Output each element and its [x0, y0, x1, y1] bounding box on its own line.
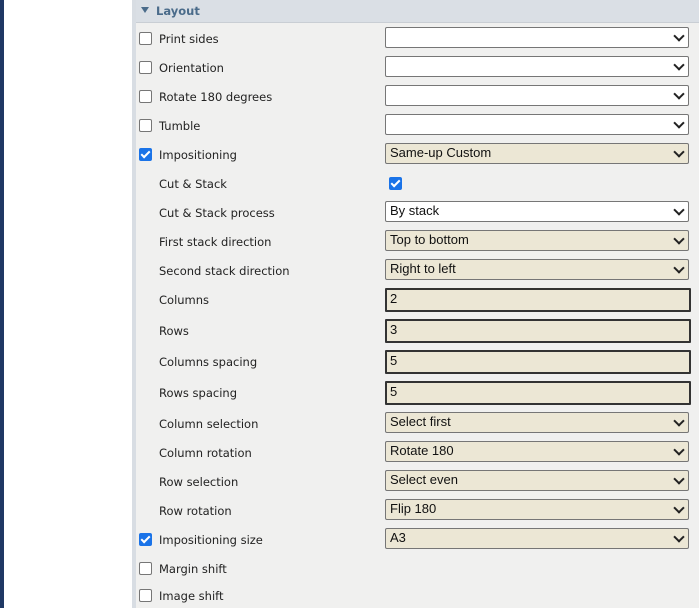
row-tumble: Tumble [136, 112, 699, 141]
row-column-selection: Column selection Select first [136, 410, 699, 439]
chevron-down-icon [673, 415, 685, 427]
first-stack-direction-select[interactable]: Top to bottom [385, 230, 689, 251]
second-stack-direction-label: Second stack direction [159, 264, 290, 278]
column-selection-value: Select first [390, 414, 451, 429]
chevron-down-icon [673, 233, 685, 245]
rotate-180-label: Rotate 180 degrees [159, 90, 273, 104]
row-impositioning-size: Impositioning size A3 [136, 526, 699, 555]
impositioning-size-label: Impositioning size [159, 533, 263, 547]
chevron-down-icon [673, 146, 685, 158]
row-row-rotation: Row rotation Flip 180 [136, 497, 699, 526]
rows-spacing-value: 5 [390, 384, 398, 399]
tumble-checkbox[interactable] [139, 119, 152, 132]
rows-spacing-input[interactable]: 5 [385, 381, 691, 405]
cut-stack-process-label: Cut & Stack process [159, 206, 275, 220]
rotate-180-select[interactable] [385, 85, 689, 106]
row-selection-label: Row selection [159, 475, 239, 489]
columns-input[interactable]: 2 [385, 288, 691, 312]
row-rotate-180: Rotate 180 degrees [136, 83, 699, 112]
column-selection-label: Column selection [159, 417, 259, 431]
row-rows-spacing: Rows spacing 5 [136, 379, 699, 410]
orientation-checkbox[interactable] [139, 61, 152, 74]
row-orientation: Orientation [136, 54, 699, 83]
cut-stack-checkbox[interactable] [389, 177, 402, 190]
row-impositioning: Impositioning Same-up Custom [136, 141, 699, 170]
impositioning-size-checkbox[interactable] [139, 533, 152, 546]
rows-value: 3 [390, 322, 398, 337]
first-stack-direction-label: First stack direction [159, 235, 272, 249]
columns-value: 2 [390, 291, 398, 306]
first-stack-direction-value: Top to bottom [390, 232, 469, 247]
collapse-triangle-icon[interactable] [141, 7, 149, 13]
columns-spacing-input[interactable]: 5 [385, 350, 691, 374]
cut-stack-process-select[interactable]: By stack [385, 201, 689, 222]
second-stack-direction-select[interactable]: Right to left [385, 259, 689, 280]
impositioning-label: Impositioning [159, 148, 237, 162]
cut-stack-process-value: By stack [390, 203, 440, 218]
settings-panel: Layout Print sides Orientation Rotate 18… [136, 0, 699, 608]
chevron-down-icon [673, 117, 685, 129]
row-row-selection: Row selection Select even [136, 468, 699, 497]
chevron-down-icon [673, 30, 685, 42]
row-rotation-value: Flip 180 [390, 501, 437, 516]
impositioning-size-select[interactable]: A3 [385, 528, 689, 549]
orientation-label: Orientation [159, 61, 224, 75]
chevron-down-icon [673, 473, 685, 485]
chevron-down-icon [673, 88, 685, 100]
impositioning-checkbox[interactable] [139, 148, 152, 161]
column-rotation-select[interactable]: Rotate 180 [385, 441, 689, 462]
cut-stack-label: Cut & Stack [159, 177, 227, 191]
tumble-select[interactable] [385, 114, 689, 135]
impositioning-select[interactable]: Same-up Custom [385, 143, 689, 164]
print-sides-label: Print sides [159, 32, 219, 46]
column-selection-select[interactable]: Select first [385, 412, 689, 433]
impositioning-value: Same-up Custom [390, 145, 492, 160]
chevron-down-icon [673, 262, 685, 274]
orientation-select[interactable] [385, 56, 689, 77]
rotate-180-checkbox[interactable] [139, 90, 152, 103]
rows-label: Rows [159, 324, 189, 338]
row-image-shift: Image shift [136, 582, 699, 608]
rows-input[interactable]: 3 [385, 319, 691, 343]
row-column-rotation: Column rotation Rotate 180 [136, 439, 699, 468]
columns-label: Columns [159, 293, 210, 307]
row-first-stack-direction: First stack direction Top to bottom [136, 228, 699, 257]
chevron-down-icon [673, 59, 685, 71]
section-title: Layout [156, 4, 200, 18]
margin-shift-label: Margin shift [159, 562, 227, 576]
print-sides-checkbox[interactable] [139, 32, 152, 45]
second-stack-direction-value: Right to left [390, 261, 456, 276]
left-panel [4, 0, 132, 608]
image-shift-checkbox[interactable] [139, 589, 152, 602]
column-rotation-label: Column rotation [159, 446, 252, 460]
columns-spacing-label: Columns spacing [159, 355, 258, 369]
image-shift-label: Image shift [159, 589, 224, 603]
row-selection-select[interactable]: Select even [385, 470, 689, 491]
row-margin-shift: Margin shift [136, 555, 699, 584]
rows-spacing-label: Rows spacing [159, 386, 238, 400]
column-rotation-value: Rotate 180 [390, 443, 454, 458]
row-rotation-label: Row rotation [159, 504, 232, 518]
margin-shift-checkbox[interactable] [139, 562, 152, 575]
layout-section-header[interactable]: Layout [136, 0, 699, 23]
row-second-stack-direction: Second stack direction Right to left [136, 257, 699, 286]
row-rows: Rows 3 [136, 317, 699, 348]
row-cut-stack: Cut & Stack [136, 170, 699, 199]
print-sides-select[interactable] [385, 27, 689, 48]
columns-spacing-value: 5 [390, 353, 398, 368]
row-rotation-select[interactable]: Flip 180 [385, 499, 689, 520]
chevron-down-icon [673, 502, 685, 514]
chevron-down-icon [673, 204, 685, 216]
row-columns: Columns 2 [136, 286, 699, 317]
row-cut-stack-process: Cut & Stack process By stack [136, 199, 699, 228]
row-columns-spacing: Columns spacing 5 [136, 348, 699, 379]
chevron-down-icon [673, 444, 685, 456]
impositioning-size-value: A3 [390, 530, 406, 545]
chevron-down-icon [673, 531, 685, 543]
row-print-sides: Print sides [136, 25, 699, 54]
row-selection-value: Select even [390, 472, 458, 487]
tumble-label: Tumble [159, 119, 201, 133]
